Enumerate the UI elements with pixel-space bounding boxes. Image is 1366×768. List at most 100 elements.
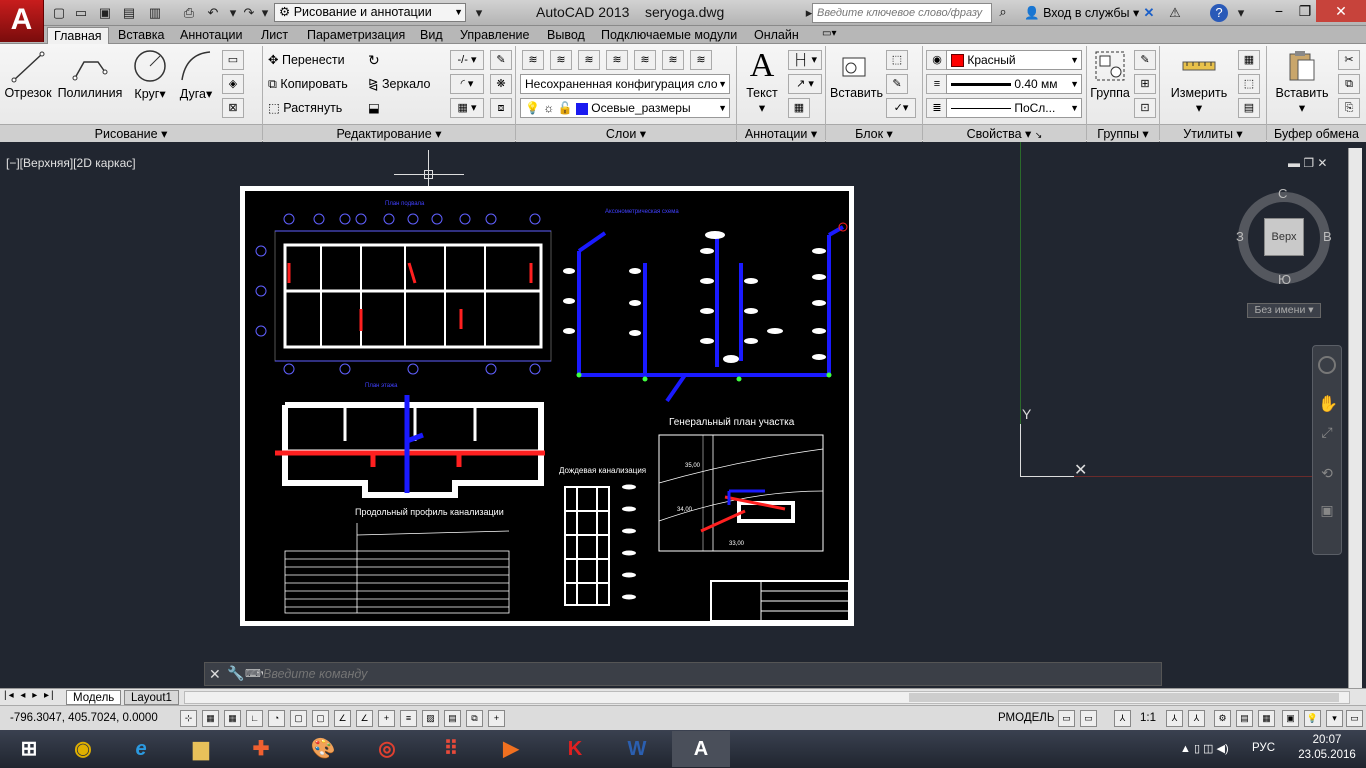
video-player-icon[interactable]: ▶ (482, 731, 540, 767)
dyn-icon[interactable]: + (378, 710, 395, 727)
compass-north[interactable]: С (1278, 186, 1287, 201)
line-button[interactable]: Отрезок (4, 48, 52, 100)
group-edit-icon[interactable]: ⊞ (1134, 74, 1156, 94)
tab-insert[interactable]: Вставка (112, 27, 170, 44)
scale-button[interactable]: ⬓ (368, 98, 380, 118)
table-icon[interactable]: ▦ (788, 98, 810, 118)
annotation-scale-icon[interactable]: ⅄ (1114, 710, 1131, 727)
paste-button[interactable]: Вставить ▾ (1272, 48, 1332, 115)
selection-cycling-icon[interactable]: ⧉ (466, 710, 483, 727)
zoom-extents-icon[interactable]: ⤢ (1318, 424, 1336, 441)
boundary-icon[interactable]: ⊠ (222, 98, 244, 118)
autocad-taskbar-icon[interactable]: A (672, 731, 730, 767)
groups-panel-title[interactable]: Группы ▾ (1087, 124, 1159, 142)
layers-panel-title[interactable]: Слои ▾ (516, 124, 736, 142)
tab-online[interactable]: Онлайн (748, 27, 805, 44)
horizontal-scrollbar[interactable] (184, 691, 1350, 704)
ribbon-minimize-icon[interactable]: ▭▾ (822, 28, 836, 39)
transparency-icon[interactable]: ▨ (422, 710, 439, 727)
save-icon[interactable]: ▣ (96, 4, 114, 22)
cut-icon[interactable]: ✂ (1338, 50, 1360, 70)
tab-view[interactable]: Вид (414, 27, 449, 44)
offset-icon[interactable]: ⧈ (490, 98, 512, 118)
tab-model[interactable]: Модель (66, 690, 122, 705)
help-dropdown-icon[interactable]: ▾ (1232, 4, 1250, 22)
layer-freeze-icon[interactable]: ≋ (634, 50, 656, 70)
otrack-icon[interactable]: ∠ (334, 710, 351, 727)
viewport-window-controls[interactable]: ▬ ❐ ✕ (1288, 156, 1327, 170)
group-button[interactable]: Группа (1090, 48, 1130, 100)
stretch-button[interactable]: ⬚ Растянуть (268, 98, 342, 118)
compass-west[interactable]: З (1236, 229, 1244, 244)
rectangle-icon[interactable]: ▭ (222, 50, 244, 70)
isolate-objects-icon[interactable]: ▣ (1282, 710, 1299, 727)
layout-nav-arrows[interactable]: |◂ ◂ ▸ ▸| (4, 690, 56, 701)
snap-icon[interactable]: ▦ (202, 710, 219, 727)
redo-dropdown-icon[interactable]: ▾ (256, 4, 274, 22)
help-options-icon[interactable]: ⚠ (1166, 4, 1184, 22)
model-space-toggle[interactable]: РМОДЕЛЬ (998, 712, 1054, 724)
workspace-switch-icon[interactable]: ⚙ (1214, 710, 1231, 727)
puzzle-app-icon[interactable]: ✚ (232, 731, 290, 767)
quickcalc-icon[interactable]: ▦ (1238, 50, 1260, 70)
media-player-icon[interactable]: ◉ (54, 731, 112, 767)
hatch-icon[interactable]: ◈ (222, 74, 244, 94)
create-block-icon[interactable]: ⬚ (886, 50, 908, 70)
autoscale-icon[interactable]: ⅄ (1188, 710, 1205, 727)
workspace-select[interactable]: ⚙ Рисование и аннотации ▼ (274, 3, 466, 22)
layer-config-dropdown[interactable]: Несохраненная конфигурация сло ▼ (520, 74, 730, 94)
infer-constraints-icon[interactable]: ⊹ (180, 710, 197, 727)
copy-clip-icon[interactable]: ⧉ (1338, 74, 1360, 94)
3dosnap-icon[interactable]: ▢ (312, 710, 329, 727)
scrollbar-thumb[interactable] (909, 693, 1339, 702)
lineweight-list-icon[interactable]: ≡ (926, 74, 948, 94)
layer-off-icon[interactable]: ≋ (578, 50, 600, 70)
tab-parametric[interactable]: Параметризация (301, 27, 411, 44)
ungroup-icon[interactable]: ✎ (1134, 50, 1156, 70)
internet-explorer-icon[interactable]: e (112, 731, 170, 767)
publish-icon[interactable]: ▥ (146, 4, 164, 22)
close-icon[interactable]: ✕ (209, 666, 221, 683)
clean-screen-icon[interactable]: ▭ (1346, 710, 1363, 727)
annotation-scale[interactable]: 1:1 (1140, 712, 1156, 724)
showmotion-icon[interactable]: ▣ (1318, 502, 1336, 519)
apps-grid-icon[interactable]: ⠿ (422, 731, 480, 767)
layer-dropdown[interactable]: 💡 ☼ 🔓 Осевые_размеры ▼ (520, 98, 730, 118)
layer-lock-icon[interactable]: ≋ (662, 50, 684, 70)
ducs-icon[interactable]: ∠ (356, 710, 373, 727)
quickview-layouts-icon[interactable]: ▭ (1058, 710, 1075, 727)
qp-icon[interactable]: ▤ (444, 710, 461, 727)
coordinates-readout[interactable]: -796.3047, 405.7024, 0.0000 (10, 712, 158, 724)
steering-wheel-icon[interactable] (1318, 356, 1336, 374)
quickview-drawings-icon[interactable]: ▭ (1080, 710, 1097, 727)
match-clip-icon[interactable]: ⎘ (1338, 98, 1360, 118)
file-explorer-icon[interactable]: ▆ (172, 731, 230, 767)
select-all-icon[interactable]: ⬚ (1238, 74, 1260, 94)
lightbulb-status-icon[interactable]: 💡 (1304, 710, 1321, 727)
tray-icons[interactable]: ▲ ▯ ◫ ◀) (1180, 742, 1229, 755)
modify-panel-title[interactable]: Редактирование ▾ (263, 124, 515, 142)
named-view-dropdown[interactable]: Без имени ▾ (1247, 303, 1321, 318)
draw-panel-title[interactable]: Рисование ▾ (0, 124, 262, 142)
color-dropdown[interactable]: Красный ▼ (946, 50, 1082, 70)
explode-icon[interactable]: ❋ (490, 74, 512, 94)
word-icon[interactable]: W (608, 731, 666, 767)
layer-properties-icon[interactable]: ≋ (522, 50, 544, 70)
attribute-icon[interactable]: ✓▾ (886, 98, 916, 118)
wrench-icon[interactable]: 🔧 (227, 665, 244, 682)
lineweight-dropdown[interactable]: 0.40 мм ▼ (946, 74, 1082, 94)
qa-more-icon[interactable]: ▾ (470, 4, 488, 22)
properties-panel-title[interactable]: Свойства ▾ ↘ (923, 124, 1086, 142)
lineweight-toggle-icon[interactable]: ≡ (400, 710, 417, 727)
circle-button[interactable]: Круг▾ (128, 48, 172, 101)
binoculars-icon[interactable]: ⌕ (994, 4, 1012, 22)
move-button[interactable]: ✥ Перенести (268, 50, 345, 70)
fillet-icon[interactable]: ◜ ▾ (450, 74, 484, 94)
rotate-button[interactable]: ↻ (368, 50, 380, 70)
layer-isolate-icon[interactable]: ≋ (606, 50, 628, 70)
mirror-button[interactable]: ⧎ Зеркало (368, 74, 431, 94)
text-button[interactable]: A Текст ▾ (740, 48, 784, 116)
annotation-visibility-icon[interactable]: ⅄ (1166, 710, 1183, 727)
new-icon[interactable]: ▢ (50, 4, 68, 22)
match-properties-icon[interactable]: ◉ (926, 50, 948, 70)
